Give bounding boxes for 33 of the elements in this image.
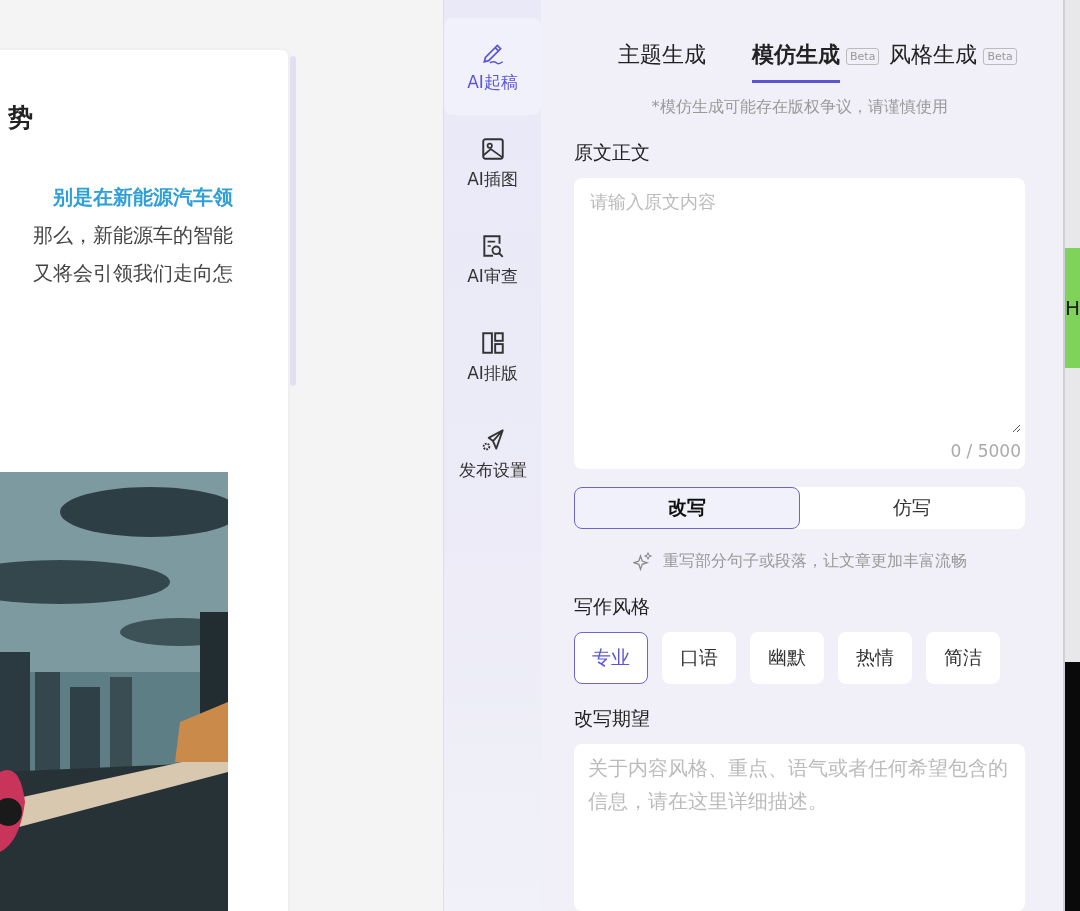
hint-text: 重写部分句子或段落，让文章更加丰富流畅: [662, 550, 967, 572]
side-tab[interactable]: H: [1065, 248, 1080, 368]
beta-badge: Beta: [846, 48, 880, 65]
beta-badge: Beta: [983, 48, 1017, 65]
sidebar-item[interactable]: AI起稿: [444, 18, 541, 115]
style-option[interactable]: 口语: [662, 631, 736, 684]
notice-text: *模仿生成可能存在版权争议，请谨慎使用: [650, 97, 949, 118]
layout-icon: [479, 330, 506, 356]
paragraph-line: 又将会引领我们走向怎: [33, 260, 233, 287]
article-title: 势: [8, 102, 33, 134]
paragraph-line: 那么，新能源车的智能: [33, 222, 233, 249]
tab[interactable]: 模仿生成: [752, 40, 840, 83]
tab[interactable]: 风格生成: [889, 40, 978, 83]
style-option[interactable]: 幽默: [750, 631, 824, 684]
style-option[interactable]: 简洁: [926, 631, 1000, 684]
tab[interactable]: 主题生成: [618, 40, 706, 83]
style-option[interactable]: 热情: [838, 631, 912, 684]
field-label: 改写期望: [574, 705, 651, 731]
sparkle-icon: [632, 551, 653, 572]
sidebar-item[interactable]: 发布设置: [444, 406, 541, 503]
image-icon: [479, 136, 506, 162]
sidebar-item[interactable]: AI排版: [444, 309, 541, 406]
highlighted-text: 别是在新能源汽车领: [53, 184, 233, 211]
mode-option[interactable]: 仿写: [799, 486, 1025, 529]
mode-option[interactable]: 改写: [574, 486, 800, 529]
sidebar-item[interactable]: AI插图: [444, 115, 541, 212]
field-label: 写作风格: [574, 593, 651, 619]
character-counter: 0 / 5000: [950, 440, 1021, 461]
field-label: 原文正文: [574, 140, 651, 165]
style-option[interactable]: 专业: [574, 631, 648, 684]
sidebar-item[interactable]: AI审查: [444, 212, 541, 309]
resize-grip-icon[interactable]: [1011, 422, 1021, 433]
expectation-field[interactable]: 关于内容风格、重点、语气或者任何希望包含的信息，请在这里详细描述。: [574, 743, 1025, 911]
